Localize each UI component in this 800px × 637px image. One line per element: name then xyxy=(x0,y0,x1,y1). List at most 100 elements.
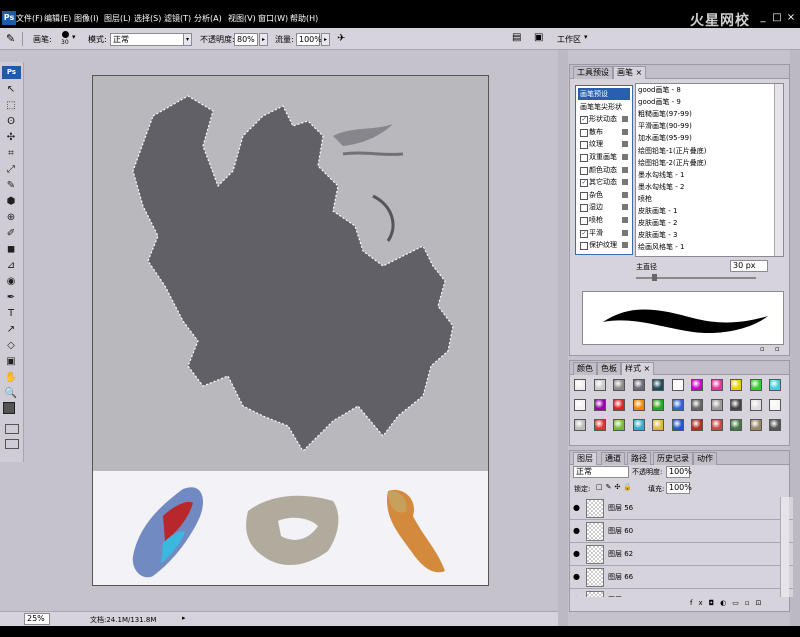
fill-input[interactable]: 100% xyxy=(666,482,692,494)
checkbox[interactable] xyxy=(580,128,588,137)
layer-footer-buttons[interactable]: fx◘◐▭▫⊡ xyxy=(690,599,767,607)
type-tool-icon[interactable]: T xyxy=(4,308,18,320)
brush-setting-item[interactable]: 喷枪 xyxy=(578,214,630,226)
mode-select[interactable]: 正常 xyxy=(110,33,184,46)
menu-item-3[interactable]: 图层(L) xyxy=(104,13,131,24)
brush-setting-item[interactable]: 散布 xyxy=(578,126,630,138)
style-swatch[interactable] xyxy=(652,399,664,411)
menu-item-9[interactable]: 帮助(H) xyxy=(290,13,318,24)
style-swatch[interactable] xyxy=(613,419,625,431)
checkbox[interactable]: ✓ xyxy=(580,179,588,188)
brush-setting-item[interactable]: 颜色动态 xyxy=(578,164,630,176)
brush-preset-item[interactable]: 绘图铅笔-1(正片叠底) xyxy=(638,146,706,157)
style-swatch[interactable] xyxy=(632,419,645,431)
brush-preset-item[interactable]: 墨水勾线笔 - 1 xyxy=(638,170,684,181)
layer-row[interactable]: ● 图层 62 xyxy=(570,543,793,566)
ps-logo[interactable]: Ps xyxy=(2,66,21,79)
opacity-slider-arrow[interactable]: ▸ xyxy=(259,33,268,46)
tab-paths[interactable]: 路径 xyxy=(627,452,651,465)
style-swatch[interactable] xyxy=(691,419,703,431)
tab-styles[interactable]: 样式 × xyxy=(621,362,655,375)
style-swatch[interactable] xyxy=(730,399,742,411)
stamp-tool-icon[interactable]: ⬢ xyxy=(4,196,18,208)
diameter-input[interactable]: 30 px xyxy=(730,260,768,272)
brush-setting-item[interactable]: ✓ 平滑 xyxy=(578,227,630,239)
style-swatch[interactable] xyxy=(769,419,781,431)
menu-item-6[interactable]: 分析(A) xyxy=(194,13,222,24)
brush-preset-item[interactable]: 粗糙画笔(97-99) xyxy=(638,109,692,120)
tab-channels[interactable]: 通道 xyxy=(601,452,625,465)
magic-wand-tool-icon[interactable]: ✣ xyxy=(4,132,18,144)
menu-item-8[interactable]: 窗口(W) xyxy=(258,13,288,24)
tab-tool-presets[interactable]: 工具预设 xyxy=(573,66,613,79)
style-swatch[interactable] xyxy=(749,379,762,391)
flow-input[interactable]: 100% xyxy=(296,33,322,46)
screen-mode-icon[interactable] xyxy=(5,439,19,449)
mode-dropdown-arrow[interactable]: ▾ xyxy=(183,33,192,46)
brush-setting-item[interactable]: 画笔笔尖形状 xyxy=(578,101,630,113)
style-swatch[interactable] xyxy=(749,419,762,431)
brush-preset-item[interactable]: 绘画风格笔 - 1 xyxy=(638,242,684,253)
menu-item-1[interactable]: 编辑(E) xyxy=(44,13,71,24)
brush-setting-item[interactable]: ✓ 其它动态 xyxy=(578,176,630,188)
style-swatch[interactable] xyxy=(730,419,742,431)
maximize-button[interactable]: □ xyxy=(770,11,784,24)
checkbox[interactable] xyxy=(580,204,588,213)
close-icon[interactable]: × xyxy=(644,364,651,373)
eraser-tool-icon[interactable]: ✐ xyxy=(4,228,18,240)
history-brush-tool-icon[interactable]: ⊕ xyxy=(4,212,18,224)
opacity-input[interactable]: 80% xyxy=(234,33,258,46)
style-swatch[interactable] xyxy=(574,379,586,391)
style-swatch[interactable] xyxy=(769,399,781,411)
brush-list-scrollbar[interactable] xyxy=(774,84,783,256)
brush-setting-item[interactable]: ✓ 形状动态 xyxy=(578,113,630,125)
diameter-slider-thumb[interactable] xyxy=(652,274,657,281)
style-swatch[interactable] xyxy=(613,379,625,391)
menu-item-2[interactable]: 图像(I) xyxy=(74,13,99,24)
menu-item-7[interactable]: 视图(V) xyxy=(228,13,256,24)
brush-preset-item[interactable]: 皮肤画笔 - 3 xyxy=(638,230,677,241)
style-swatch[interactable] xyxy=(769,379,781,391)
style-swatch[interactable] xyxy=(671,379,684,391)
checkbox[interactable] xyxy=(580,154,588,162)
marquee-tool-icon[interactable]: ⬚ xyxy=(4,100,18,112)
checkbox[interactable]: ✓ xyxy=(580,116,588,125)
layer-list-scrollbar[interactable] xyxy=(780,497,789,597)
brush-setting-item[interactable]: 纹理 xyxy=(578,138,630,150)
shape-tool-icon[interactable]: ◇ xyxy=(4,340,18,352)
style-swatch[interactable] xyxy=(691,399,703,411)
close-icon[interactable]: × xyxy=(636,68,643,77)
tab-actions[interactable]: 动作 xyxy=(693,452,717,465)
lasso-tool-icon[interactable]: ʘ xyxy=(4,116,18,128)
style-swatch[interactable] xyxy=(593,399,606,411)
menu-item-0[interactable]: 文件(F) xyxy=(16,13,43,24)
style-swatch[interactable] xyxy=(730,379,742,391)
dodge-tool-icon[interactable]: ◉ xyxy=(4,276,18,288)
status-menu-arrow[interactable]: ▸ xyxy=(182,614,186,622)
style-swatch[interactable] xyxy=(593,419,606,431)
gradient-tool-icon[interactable]: ◼ xyxy=(4,244,18,256)
eye-icon[interactable]: ● xyxy=(573,526,580,535)
brush-setting-item[interactable]: 画笔预设 xyxy=(578,88,630,100)
delete-brush-icon[interactable]: ▫ xyxy=(775,345,780,353)
foreground-color-swatch[interactable] xyxy=(3,402,15,414)
tab-brushes[interactable]: 画笔 × xyxy=(613,66,647,79)
menu-item-4[interactable]: 选择(S) xyxy=(134,13,161,24)
palette-well-icon[interactable]: ▤ xyxy=(512,32,521,43)
brush-preset-item[interactable]: good画笔 - 9 xyxy=(638,97,681,108)
hand-tool-icon[interactable]: ✋ xyxy=(4,372,18,384)
style-swatch[interactable] xyxy=(671,419,684,431)
brush-preset-item[interactable]: 加水画笔(95-99) xyxy=(638,133,692,144)
style-swatch[interactable] xyxy=(574,399,586,411)
style-swatch[interactable] xyxy=(574,419,586,431)
checkbox[interactable] xyxy=(580,166,588,175)
layer-row[interactable]: ● 图层 63 xyxy=(570,589,793,597)
layer-row[interactable]: ● 图层 60 xyxy=(570,520,793,543)
camera-icon[interactable]: ▣ xyxy=(534,32,543,43)
brush-preview-icon[interactable] xyxy=(62,31,69,38)
document-canvas[interactable] xyxy=(92,75,489,586)
checkbox[interactable] xyxy=(580,217,588,225)
brush-tool-icon[interactable]: ✎ xyxy=(6,32,20,46)
checkbox[interactable]: ✓ xyxy=(580,229,588,238)
app-icon[interactable]: Ps xyxy=(2,11,16,25)
